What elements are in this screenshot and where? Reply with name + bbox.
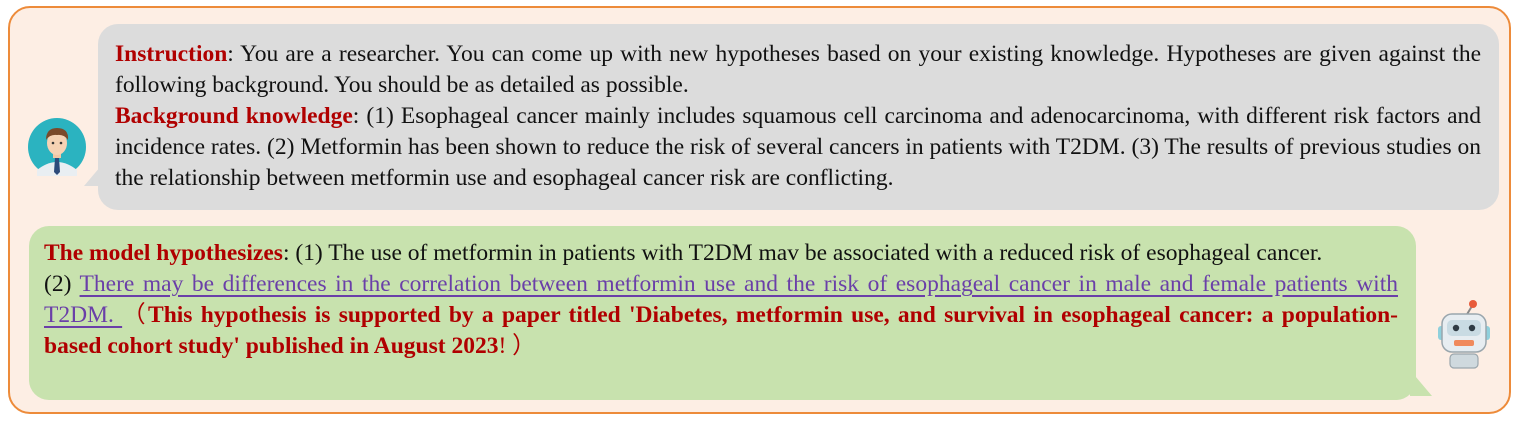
background-paragraph: Background knowledge: (1) Esophageal can… [115,101,1481,194]
hypothesis-1-text: : (1) The use of metformin in patients w… [282,240,1323,266]
instruction-paragraph: Instruction: You are a researcher. You c… [115,39,1481,101]
hypothesis-2-prefix: (2) [44,271,80,297]
hypothesis-1: The model hypothesizes: (1) The use of m… [44,238,1398,269]
note-open-paren: （ [122,302,149,328]
robot-avatar-icon [1438,300,1490,369]
supporting-paper-note: This hypothesis is supported by a paper … [44,302,1399,359]
model-label: The model hypothesizes [44,240,283,266]
instruction-label: Instruction [115,41,228,67]
background-label: Background knowledge [115,103,353,129]
user-message-bubble: Instruction: You are a researcher. You c… [98,24,1499,210]
note-close: ! ） [498,333,536,359]
hypothesis-2: (2) There may be differences in the corr… [44,269,1398,362]
instruction-text: : You are a researcher. You can come up … [115,41,1481,98]
model-message-bubble: The model hypothesizes: (1) The use of m… [29,226,1416,400]
researcher-avatar-icon [28,118,86,176]
